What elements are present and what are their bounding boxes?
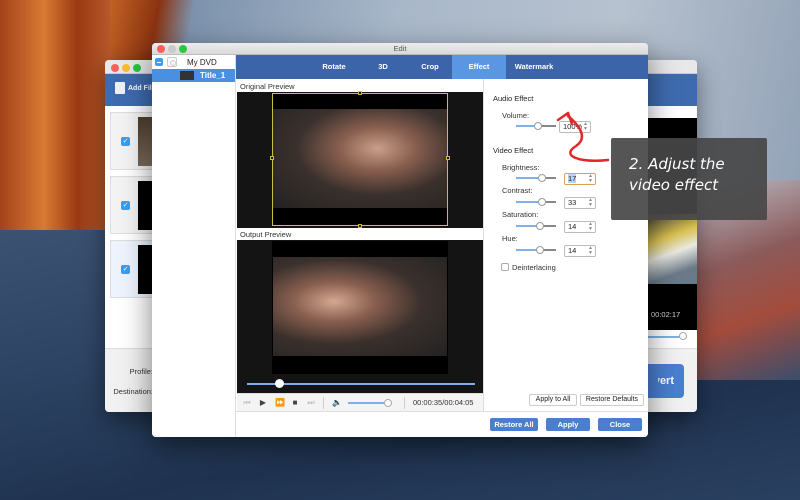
deinterlacing-label: Deinterlacing xyxy=(512,263,556,272)
crop-selection[interactable] xyxy=(272,93,448,226)
add-file-icon xyxy=(115,82,125,94)
contrast-knob[interactable] xyxy=(538,198,546,206)
destination-label: Destination: xyxy=(113,387,153,396)
tab-crop[interactable]: Crop xyxy=(404,55,456,79)
desktop-wallpaper xyxy=(0,0,110,260)
volume-knob[interactable] xyxy=(384,398,392,407)
skip-back-icon[interactable]: ⏮ xyxy=(243,398,251,408)
contrast-value: 33 xyxy=(568,198,577,207)
crop-handle[interactable] xyxy=(446,156,450,160)
restore-all-button[interactable]: Restore All xyxy=(490,418,538,431)
add-file-button[interactable]: Add File xyxy=(115,82,156,94)
saturation-knob[interactable] xyxy=(536,222,544,230)
collapse-icon[interactable] xyxy=(155,58,163,66)
tree-item-my-dvd[interactable]: My DVD xyxy=(152,55,235,69)
brightness-label: Brightness: xyxy=(502,163,540,172)
stop-icon[interactable]: ■ xyxy=(291,398,299,407)
close-button[interactable]: Close xyxy=(598,418,642,431)
edit-close-window-button[interactable] xyxy=(157,45,165,53)
tab-effect[interactable]: Effect xyxy=(452,55,506,79)
volume-icon[interactable]: 🔈 xyxy=(332,398,342,407)
skip-forward-icon[interactable]: ⏭ xyxy=(307,398,315,408)
tab-rotate[interactable]: Rotate xyxy=(306,55,362,79)
contrast-spinbox[interactable]: 33 ▲ ▼ xyxy=(564,197,596,209)
player-controls: ⏮ ▶ ⏩ ■ ⏭ 🔈 00:00:35/00:04:05 xyxy=(237,393,483,411)
apply-button[interactable]: Apply xyxy=(546,418,590,431)
saturation-label: Saturation: xyxy=(502,210,539,219)
hue-knob[interactable] xyxy=(536,246,544,254)
file-checkbox[interactable]: ✓ xyxy=(121,201,130,210)
divider xyxy=(404,396,405,409)
apply-to-all-button[interactable]: Apply to All xyxy=(529,394,577,406)
edit-window: Edit My DVD Title_1 Rotate 3D Crop Effec… xyxy=(152,43,648,437)
stepper-arrows-icon[interactable]: ▲ ▼ xyxy=(588,198,593,208)
edit-tabbar: Rotate 3D Crop Effect Watermark xyxy=(236,55,648,79)
title-tree: My DVD Title_1 xyxy=(152,55,236,437)
tree-child-label: Title_1 xyxy=(200,71,226,80)
stepper-arrows-icon[interactable]: ▲ ▼ xyxy=(588,246,593,256)
brightness-slider[interactable] xyxy=(516,174,556,182)
saturation-value: 14 xyxy=(568,222,577,231)
brightness-knob[interactable] xyxy=(538,174,546,182)
original-preview-video xyxy=(237,91,483,228)
original-preview-label: Original Preview xyxy=(240,82,295,91)
divider xyxy=(323,396,324,409)
callout-line-2: video effect xyxy=(629,176,719,194)
volume-slider[interactable] xyxy=(348,398,392,407)
profile-label: Profile: xyxy=(129,367,153,376)
contrast-label: Contrast: xyxy=(502,186,533,195)
stepper-arrows-icon[interactable]: ▲ ▼ xyxy=(588,174,593,184)
close-window-button[interactable] xyxy=(111,64,119,72)
tutorial-callout: 2. Adjust the video effect xyxy=(611,138,767,220)
brightness-spinbox[interactable]: 17 ▲ ▼ xyxy=(564,173,596,185)
hue-slider[interactable] xyxy=(516,246,556,254)
edit-minimize-window-button[interactable] xyxy=(168,45,176,53)
audio-effect-heading: Audio Effect xyxy=(493,94,534,103)
zoom-window-button[interactable] xyxy=(133,64,141,72)
edit-zoom-window-button[interactable] xyxy=(179,45,187,53)
play-icon[interactable]: ▶ xyxy=(259,398,267,407)
saturation-spinbox[interactable]: 14 ▲ ▼ xyxy=(564,221,596,233)
main-preview-time: 00:02:17 xyxy=(651,310,681,319)
title-thumbnail-icon xyxy=(180,71,194,80)
annotation-arrow-icon xyxy=(556,111,610,162)
disc-icon xyxy=(167,57,177,67)
saturation-slider[interactable] xyxy=(516,222,556,230)
minimize-window-button[interactable] xyxy=(122,64,130,72)
deinterlacing-checkbox[interactable] xyxy=(501,263,509,271)
restore-defaults-button[interactable]: Restore Defaults xyxy=(580,394,644,406)
seek-knob[interactable] xyxy=(274,379,284,388)
hue-value: 14 xyxy=(568,246,577,255)
volume-label: Volume: xyxy=(502,111,530,120)
hue-spinbox[interactable]: 14 ▲ ▼ xyxy=(564,245,596,257)
file-checkbox[interactable]: ✓ xyxy=(121,137,130,146)
time-display: 00:00:35/00:04:05 xyxy=(413,398,474,407)
crop-handle[interactable] xyxy=(358,224,362,228)
edit-window-title: Edit xyxy=(152,43,648,55)
crop-handle[interactable] xyxy=(358,91,362,95)
callout-line-1: 2. Adjust the xyxy=(629,155,725,173)
output-preview-label: Output Preview xyxy=(240,230,292,239)
hue-label: Hue: xyxy=(502,234,518,243)
file-checkbox[interactable]: ✓ xyxy=(121,265,130,274)
fast-forward-icon[interactable]: ⏩ xyxy=(275,398,285,407)
output-preview-video xyxy=(237,240,483,393)
contrast-slider[interactable] xyxy=(516,198,556,206)
video-effect-heading: Video Effect xyxy=(493,146,534,155)
tab-watermark[interactable]: Watermark xyxy=(506,55,562,79)
tree-item-title-1[interactable]: Title_1 xyxy=(152,69,235,82)
tab-3d[interactable]: 3D xyxy=(362,55,404,79)
tree-root-label: My DVD xyxy=(187,57,217,67)
main-preview-seek-knob[interactable] xyxy=(679,332,687,340)
brightness-value: 17 xyxy=(568,174,577,183)
edit-footer: Restore All Apply Close xyxy=(236,411,648,437)
stepper-arrows-icon[interactable]: ▲ ▼ xyxy=(588,222,593,232)
crop-handle[interactable] xyxy=(270,156,274,160)
